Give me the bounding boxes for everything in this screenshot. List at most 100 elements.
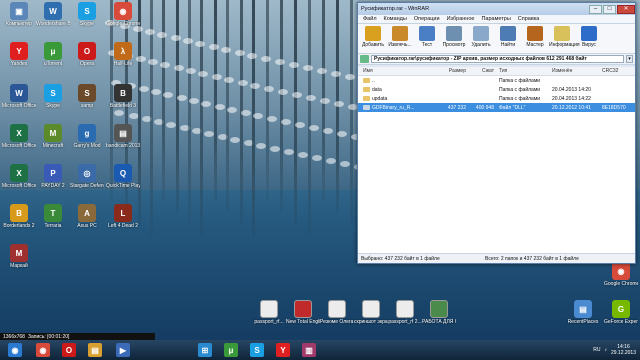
wallpaper-tree bbox=[308, 0, 311, 236]
wallpaper-snow bbox=[201, 101, 211, 107]
desktop-icon[interactable]: ◉ Google Chrome bbox=[106, 2, 140, 27]
taskbar-chrome-button[interactable]: ◉ bbox=[30, 340, 56, 360]
toolbar-icon bbox=[365, 26, 381, 41]
wallpaper-snow bbox=[317, 68, 327, 74]
address-dropdown-icon[interactable]: ▾ bbox=[626, 55, 633, 63]
speaker-icon[interactable]: ♪ bbox=[604, 347, 607, 353]
desktop-icon[interactable]: T Terraria bbox=[36, 204, 70, 229]
up-folder-icon[interactable] bbox=[360, 55, 369, 63]
system-tray: RU ♪ 14:16 29.12.2013 bbox=[593, 340, 640, 360]
wallpaper-snow bbox=[312, 155, 322, 161]
desktop-icon[interactable]: B Borderlands 2 bbox=[2, 204, 36, 229]
close-button[interactable]: ✕ bbox=[617, 4, 635, 14]
desktop-icon[interactable]: GGeForce Experience bbox=[604, 300, 638, 325]
desktop-icon[interactable]: M Маркай bbox=[2, 244, 36, 269]
desktop-icon[interactable]: λ Half-Life bbox=[106, 42, 140, 67]
toolbar-button[interactable]: Тест bbox=[414, 26, 440, 48]
desktop-file[interactable]: passport_rf 2... bbox=[388, 300, 422, 325]
taskbar-utorrent-button[interactable]: μ bbox=[218, 340, 244, 360]
taskbar-skype-button[interactable]: S bbox=[244, 340, 270, 360]
app-icon: W bbox=[10, 84, 28, 102]
file-row[interactable]: .. Папка с файлами bbox=[358, 76, 635, 85]
desktop-icon[interactable]: g Garry's Mod bbox=[70, 124, 104, 149]
menu-help[interactable]: Справка bbox=[518, 16, 540, 22]
language-indicator[interactable]: RU bbox=[593, 347, 600, 353]
desktop-icon[interactable]: O Opera bbox=[70, 42, 104, 67]
menu-file[interactable]: Файл bbox=[363, 16, 377, 22]
toolbar-button[interactable]: Просмотр bbox=[441, 26, 467, 48]
desktop-icon-label: Opera bbox=[80, 61, 94, 67]
column-type[interactable]: Тип bbox=[494, 68, 548, 74]
desktop-file-label: РАБОТА ДЛЯ ОЛЕГА bbox=[422, 319, 456, 325]
maximize-button[interactable]: □ bbox=[603, 4, 616, 14]
toolbar-button[interactable]: Информация bbox=[549, 26, 580, 48]
desktop-icon[interactable]: M Minecraft bbox=[36, 124, 70, 149]
winrar-window[interactable]: Русификатор.rar - WinRAR – □ ✕ Файл Кома… bbox=[357, 2, 636, 264]
desktop-file[interactable]: скриншот экрана ... bbox=[354, 300, 388, 325]
desktop-icon-label: Microsoft Office Word bbox=[2, 103, 36, 109]
desktop-icon[interactable]: L Left 4 Dead 2 bbox=[106, 204, 140, 229]
file-row[interactable]: updata Папка с файлами 20.04.2013 14:22 bbox=[358, 94, 635, 103]
menu-options[interactable]: Параметры bbox=[481, 16, 510, 22]
column-packed[interactable]: Сжат bbox=[466, 68, 494, 74]
app-icon: Q bbox=[114, 164, 132, 182]
desktop-icon[interactable]: S Skype bbox=[70, 2, 104, 27]
file-list[interactable]: Имя Размер Сжат Тип Изменён CRC32 .. Папк… bbox=[358, 67, 635, 253]
menu-operations[interactable]: Операции bbox=[414, 16, 440, 22]
taskbar-opera-button[interactable]: O bbox=[56, 340, 82, 360]
taskbar-winrar-button[interactable]: ▥ bbox=[296, 340, 322, 360]
toolbar-button[interactable]: Добавить bbox=[360, 26, 386, 48]
column-size[interactable]: Размер bbox=[436, 68, 466, 74]
file-row[interactable]: GDFBinary_ru_R... 437 232 400 948 Файл "DLL… bbox=[358, 103, 635, 112]
desktop-icon[interactable]: A Asus PC bbox=[70, 204, 104, 229]
column-name[interactable]: Имя bbox=[358, 68, 436, 74]
taskbar-windows-button[interactable]: ⊞ bbox=[192, 340, 218, 360]
toolbar-button[interactable]: Вирус bbox=[576, 26, 602, 48]
desktop-icon[interactable]: ▤ RecentPlaces bbox=[566, 300, 600, 325]
column-modified[interactable]: Изменён bbox=[548, 68, 600, 74]
minimize-button[interactable]: – bbox=[589, 4, 602, 14]
desktop-file[interactable]: New Total English E... bbox=[286, 300, 320, 325]
desktop-icon-label: Microsoft Office Excel bbox=[2, 143, 36, 149]
desktop-icon-label: Terraria bbox=[44, 223, 62, 229]
wallpaper-snow bbox=[320, 98, 330, 104]
menu-commands[interactable]: Команды bbox=[384, 16, 407, 22]
desktop-icon[interactable]: XMicrosoft Office Excel bbox=[2, 124, 36, 149]
desktop-icon[interactable]: WMicrosoft Office Word bbox=[2, 84, 36, 109]
desktop-icon[interactable]: ▣ Компьютер bbox=[2, 2, 36, 27]
desktop-icon[interactable]: P PAYDAY 2 bbox=[36, 164, 70, 189]
desktop-icon[interactable]: B Battlefield 3 bbox=[106, 84, 140, 109]
taskbar-yandex-button[interactable]: Y bbox=[270, 340, 296, 360]
file-row[interactable]: data Папка с файлами 20.04.2013 14:20 bbox=[358, 85, 635, 94]
desktop-icon[interactable]: ▤bandicam 2013-12-29 bbox=[106, 124, 140, 149]
desktop-icon[interactable]: Y Yandex bbox=[2, 42, 36, 67]
taskbar-explorer-button[interactable]: ▤ bbox=[82, 340, 108, 360]
toolbar-button[interactable]: Извлечь... bbox=[387, 26, 413, 48]
toolbar-button[interactable]: Удалить bbox=[468, 26, 494, 48]
desktop-icon[interactable]: S Skype bbox=[36, 84, 70, 109]
window-titlebar[interactable]: Русификатор.rar - WinRAR – □ ✕ bbox=[358, 3, 635, 15]
wallpaper-snow bbox=[151, 89, 161, 95]
desktop-icon[interactable]: WWondershare Book Zaw bbox=[36, 2, 70, 27]
clock[interactable]: 14:16 29.12.2013 bbox=[611, 344, 636, 356]
address-field[interactable]: Русификатор.rar\русификатор - ZIP архив,… bbox=[371, 55, 624, 63]
taskbar-media-button[interactable]: ▶ bbox=[110, 340, 136, 360]
desktop-icon[interactable]: QQuickTime Player bbox=[106, 164, 140, 189]
desktop-icon[interactable]: μ uTorrent bbox=[36, 42, 70, 67]
desktop-icon[interactable]: ◎Stargate Defender bbox=[70, 164, 104, 189]
toolbar-label: Удалить bbox=[471, 42, 491, 48]
desktop-file[interactable]: passport_rf... bbox=[252, 300, 286, 325]
desktop-file[interactable]: РАБОТА ДЛЯ ОЛЕГА bbox=[422, 300, 456, 325]
column-crc[interactable]: CRC32 bbox=[600, 68, 634, 74]
app-icon: L bbox=[114, 204, 132, 222]
taskbar-start-button[interactable]: ◉ bbox=[0, 340, 30, 360]
menu-favorites[interactable]: Избранное bbox=[447, 16, 475, 22]
wallpaper-snow bbox=[309, 125, 319, 131]
desktop-icon[interactable]: XMicrosoft Office Excel bbox=[2, 164, 36, 189]
desktop-file[interactable]: Резюме Олега тех... bbox=[320, 300, 354, 325]
file-modified: 20.04.2013 14:20 bbox=[552, 86, 591, 93]
desktop-icon[interactable]: ◉ Google Chrome bbox=[604, 262, 638, 287]
toolbar-button[interactable]: Найти bbox=[495, 26, 521, 48]
desktop-icon[interactable]: Ssamp bbox=[70, 84, 104, 109]
toolbar-button[interactable]: Мастер bbox=[522, 26, 548, 48]
